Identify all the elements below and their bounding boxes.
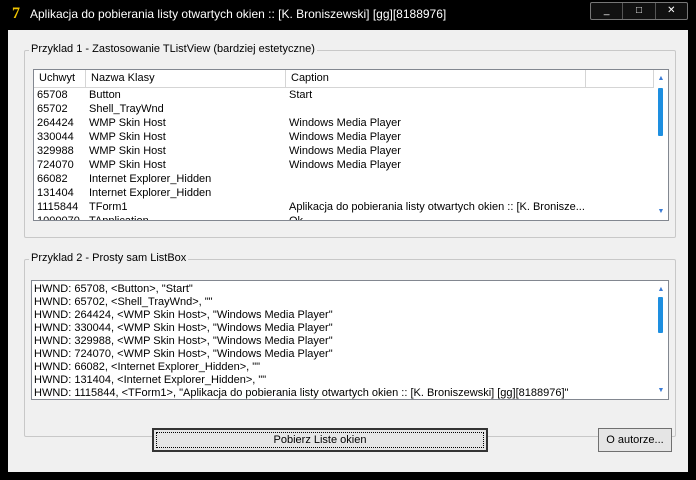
- fetch-button-label: Pobierz Liste okien: [273, 434, 367, 446]
- window-listbox[interactable]: HWND: 65708, <Button>, "Start" HWND: 6570…: [31, 280, 669, 400]
- listview-scrollbar[interactable]: ▲ ▼: [654, 70, 668, 220]
- scroll-down-arrow-icon[interactable]: ▼: [654, 385, 668, 397]
- cell-class-name: Button: [89, 89, 121, 101]
- cell-caption: [286, 102, 586, 116]
- cell-caption: Ok...: [289, 215, 313, 221]
- cell-handle: 264424: [37, 117, 74, 129]
- window-title: Aplikacja do pobierania listy otwartych …: [30, 7, 447, 21]
- scroll-up-arrow-icon[interactable]: ▲: [654, 73, 668, 85]
- client-area: Przyklad 1 - Zastosowanie TListView (bar…: [8, 30, 688, 472]
- cell-handle: 1000070: [37, 215, 80, 221]
- listview-row[interactable]: 65702 Shell_TrayWnd: [34, 102, 654, 116]
- listbox-groupbox: Przyklad 2 - Prosty sam ListBox HWND: 65…: [24, 252, 676, 437]
- column-header-caption[interactable]: Caption: [286, 70, 586, 87]
- close-button[interactable]: ✕: [656, 3, 687, 19]
- cell-class-name: WMP Skin Host: [89, 159, 166, 171]
- cell-caption: Windows Media Player: [289, 145, 401, 157]
- cell-caption: [286, 186, 586, 200]
- cell-handle: 131404: [37, 187, 74, 199]
- maximize-button[interactable]: □: [623, 3, 656, 19]
- cell-class-name: Shell_TrayWnd: [89, 103, 164, 115]
- listview-row[interactable]: 329988 WMP Skin Host Windows Media Player: [34, 144, 654, 158]
- cell-caption: [286, 172, 586, 186]
- listbox-scrollbar[interactable]: ▲ ▼: [654, 281, 668, 399]
- listview-groupbox: Przyklad 1 - Zastosowanie TListView (bar…: [24, 43, 676, 238]
- cell-handle: 724070: [37, 159, 74, 171]
- listbox-item[interactable]: HWND: 1115844, <TForm1>, "Aplikacja do p…: [34, 387, 652, 399]
- cell-class-name: WMP Skin Host: [89, 117, 166, 129]
- listview-row[interactable]: 1115844 TForm1 Aplikacja do pobierania lis…: [34, 200, 654, 214]
- cell-class-name: WMP Skin Host: [89, 131, 166, 143]
- cell-handle: 1115844: [37, 201, 79, 213]
- cell-class-name: TApplication: [89, 215, 149, 221]
- cell-caption: Aplikacja do pobierania listy otwartych …: [289, 201, 585, 213]
- listbox-items: HWND: 65708, <Button>, "Start" HWND: 6570…: [34, 283, 652, 399]
- listbox-item[interactable]: HWND: 724070, <WMP Skin Host>, "Windows …: [34, 348, 652, 361]
- delphi-app-icon[interactable]: 7: [6, 4, 26, 24]
- cell-caption: Windows Media Player: [289, 131, 401, 143]
- listbox-item[interactable]: HWND: 65702, <Shell_TrayWnd>, "": [34, 296, 652, 309]
- column-header-filler: [586, 70, 654, 87]
- minimize-button[interactable]: _: [591, 3, 624, 19]
- listview-row[interactable]: 724070 WMP Skin Host Windows Media Player: [34, 158, 654, 172]
- listview-row[interactable]: 131404 Internet Explorer_Hidden: [34, 186, 654, 200]
- listview-group-title: Przyklad 1 - Zastosowanie TListView (bar…: [29, 43, 317, 55]
- cell-handle: 65702: [37, 103, 68, 115]
- cell-class-name: Internet Explorer_Hidden: [89, 187, 212, 199]
- column-header-nazwa-klasy[interactable]: Nazwa Klasy: [86, 70, 286, 87]
- scroll-up-arrow-icon[interactable]: ▲: [654, 284, 668, 296]
- listview-row[interactable]: 65708 Button Start: [34, 88, 654, 102]
- cell-handle: 66082: [37, 173, 68, 185]
- title-bar[interactable]: 7 Aplikacja do pobierania listy otwartyc…: [0, 0, 696, 30]
- cell-class-name: TForm1: [89, 201, 128, 213]
- cell-handle: 330044: [37, 131, 74, 143]
- listbox-item[interactable]: HWND: 329988, <WMP Skin Host>, "Windows …: [34, 335, 652, 348]
- caption-buttons: _ □ ✕: [590, 2, 688, 20]
- scroll-thumb[interactable]: [658, 88, 663, 136]
- listbox-item[interactable]: HWND: 131404, <Internet Explorer_Hidden>…: [34, 374, 652, 387]
- fetch-window-list-button[interactable]: Pobierz Liste okien: [152, 428, 488, 452]
- about-button-label: O autorze...: [606, 434, 664, 446]
- listview-rows: 65708 Button Start 65702 Shell_TrayWnd 264424…: [34, 88, 654, 220]
- listbox-item[interactable]: HWND: 264424, <WMP Skin Host>, "Windows …: [34, 309, 652, 322]
- cell-caption: Windows Media Player: [289, 117, 401, 129]
- listbox-group-title: Przyklad 2 - Prosty sam ListBox: [29, 252, 189, 264]
- cell-caption: Windows Media Player: [289, 159, 401, 171]
- listview-row[interactable]: 264424 WMP Skin Host Windows Media Player: [34, 116, 654, 130]
- app-window: 7 Aplikacja do pobierania listy otwartyc…: [0, 0, 696, 480]
- listview-row[interactable]: 1000070 TApplication Ok...: [34, 214, 654, 221]
- about-author-button[interactable]: O autorze...: [598, 428, 672, 452]
- listview-row[interactable]: 330044 WMP Skin Host Windows Media Player: [34, 130, 654, 144]
- listbox-item[interactable]: HWND: 65708, <Button>, "Start": [34, 283, 652, 296]
- cell-handle: 65708: [37, 89, 68, 101]
- listview-row[interactable]: 66082 Internet Explorer_Hidden: [34, 172, 654, 186]
- cell-class-name: Internet Explorer_Hidden: [89, 173, 212, 185]
- cell-handle: 329988: [37, 145, 74, 157]
- listview-header: Uchwyt Nazwa Klasy Caption: [34, 70, 654, 88]
- column-header-uchwyt[interactable]: Uchwyt: [34, 70, 86, 87]
- scroll-thumb[interactable]: [658, 297, 663, 333]
- window-listview[interactable]: Uchwyt Nazwa Klasy Caption 65708 Button St…: [33, 69, 669, 221]
- cell-caption: Start: [289, 89, 313, 101]
- cell-class-name: WMP Skin Host: [89, 145, 166, 157]
- listbox-item[interactable]: HWND: 66082, <Internet Explorer_Hidden>,…: [34, 361, 652, 374]
- scroll-down-arrow-icon[interactable]: ▼: [654, 206, 668, 218]
- listbox-item[interactable]: HWND: 330044, <WMP Skin Host>, "Windows …: [34, 322, 652, 335]
